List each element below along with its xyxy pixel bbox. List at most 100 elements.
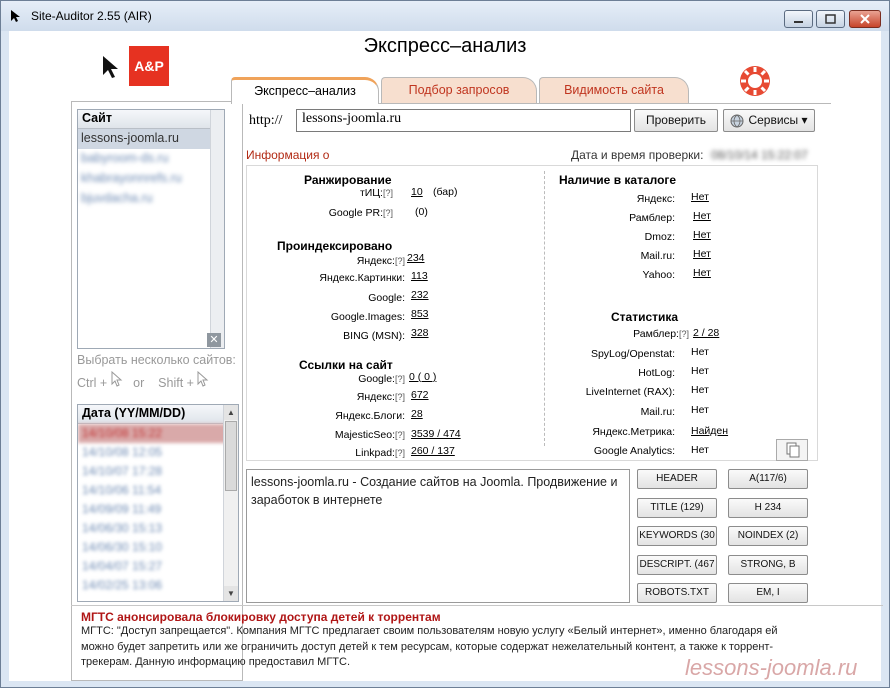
help-link[interactable]: [?] [395,256,405,266]
tab-site-visibility[interactable]: Видимость сайта [539,77,689,103]
window-title: Site-Auditor 2.55 (AIR) [31,9,152,23]
stats-value[interactable]: 2 / 28 [693,327,719,339]
stats-label: Яндекс.Метрика: [592,426,675,438]
links-value[interactable]: 3539 / 474 [411,428,461,440]
url-input[interactable]: lessons-joomla.ru [296,109,631,132]
links-value[interactable]: 28 [411,408,423,420]
help-link[interactable]: [?] [395,430,405,440]
site-list-item[interactable]: babyroom-ds.ru [78,149,224,169]
date-list-item[interactable]: 14/06/30 15:13 [78,519,238,538]
help-link[interactable]: [?] [383,188,393,198]
links-heading: Ссылки на сайт [299,358,393,372]
stats-value: Нет [691,384,709,396]
catalog-value[interactable]: Нет [693,267,711,279]
catalog-label: Рамблер: [629,212,675,224]
date-list-item[interactable]: 14/10/06 11:54 [78,481,238,500]
maximize-button[interactable] [816,10,845,28]
stats-value: Нет [691,346,709,358]
help-link[interactable]: [?] [383,208,393,218]
catalog-value[interactable]: Нет [693,229,711,241]
catalog-value[interactable]: Нет [693,210,711,222]
catalog-value[interactable]: Нет [693,248,711,260]
links-label: Google:[?] [259,373,405,385]
minimize-button[interactable] [784,10,813,28]
date-list-item[interactable]: 14/09/09 11:49 [78,500,238,519]
close-icon [860,14,870,24]
links-label-text: Яндекс: [356,391,395,403]
links-value[interactable]: 0 ( 0 ) [409,371,436,383]
help-link[interactable]: [?] [395,392,405,402]
maximize-icon [825,14,836,24]
close-button[interactable] [849,10,881,28]
noindex-button[interactable]: NOINDEX (2) [728,526,808,546]
links-value[interactable]: 672 [411,389,429,401]
clear-sites-button[interactable]: ✕ [207,333,221,347]
keywords-button[interactable]: KEYWORDS (30 [637,526,717,546]
description-button[interactable]: DESCRIPT. (467 [637,555,717,575]
services-button[interactable]: Сервисы ▾ [723,109,815,132]
site-list-item[interactable]: lessons-joomla.ru [78,129,224,149]
indexed-value[interactable]: 113 [411,270,428,282]
indexed-value[interactable]: 853 [411,308,429,320]
robots-button[interactable]: ROBOTS.TXT [637,583,717,603]
scroll-down-icon[interactable]: ▼ [224,586,238,601]
help-link[interactable]: [?] [395,374,405,384]
em-button[interactable]: EM, I [728,583,808,603]
date-list-scrollbar[interactable]: ▲ ▼ [223,405,238,601]
catalogs-heading: Наличие в каталоге [559,173,677,187]
tic-value[interactable]: 10 [411,186,423,198]
site-list: Сайт lessons-joomla.ru babyroom-ds.ru kh… [77,109,225,349]
tab-query-selection[interactable]: Подбор запросов [381,77,537,103]
indexed-value[interactable]: 232 [411,289,429,301]
cursor-logo-icon [103,56,118,78]
pr-label-text: Google PR: [328,207,383,219]
links-label: Linkpad:[?] [259,447,405,459]
links-count-button[interactable]: A(117/6) [728,469,808,489]
strong-button[interactable]: STRONG, B [728,555,808,575]
help-link[interactable]: [?] [679,329,689,339]
date-list-item[interactable]: 14/10/08 12:05 [78,443,238,462]
minimize-icon [794,21,803,23]
site-description[interactable]: lessons-joomla.ru - Создание сайтов на J… [246,469,630,603]
help-link[interactable]: [?] [395,448,405,458]
catalog-value[interactable]: Нет [691,191,709,203]
stats-label-text: Рамблер: [633,328,679,340]
date-list-item[interactable]: 14/10/08 15:22 [78,424,238,443]
header-button[interactable]: HEADER [637,469,717,489]
site-list-scrollbar[interactable] [210,110,224,348]
pr-label: Google PR:[?] [309,207,393,219]
news-title[interactable]: МГТС анонсировала блокировку доступа дет… [81,610,873,624]
indexed-label: BING (MSN): [343,330,405,342]
date-list-item[interactable]: 14/02/25 13:06 [78,576,238,595]
indexed-value[interactable]: 328 [411,327,429,339]
tic-label: тИЦ:[?] [309,187,393,199]
date-list-item[interactable]: 14/06/30 15:10 [78,538,238,557]
date-list-item[interactable]: 14/10/07 17:28 [78,462,238,481]
links-value[interactable]: 260 / 137 [411,445,455,457]
indexed-value[interactable]: 234 [407,252,425,264]
stats-label: HotLog: [638,367,675,379]
title-button[interactable]: TITLE (129) [637,498,717,518]
scroll-up-icon[interactable]: ▲ [224,405,238,420]
settings-gear-icon[interactable] [737,63,773,99]
tab-express-analysis[interactable]: Экспресс–анализ [231,77,379,104]
ctrl-hint: Ctrl + [77,376,108,390]
title-bar: Site-Auditor 2.55 (AIR) [1,1,889,31]
tic-unit: (бар) [433,186,458,198]
globe-icon [730,114,744,128]
scroll-thumb[interactable] [225,421,237,491]
or-hint: or [133,376,145,390]
column-divider [544,171,545,446]
check-date-label: Дата и время проверки: [571,148,704,162]
copy-button[interactable] [776,439,808,461]
stats-value[interactable]: Найден [691,425,728,437]
site-list-item[interactable]: khabrayonnrefs.ru [78,169,224,189]
date-list-item[interactable]: 14/04/07 15:27 [78,557,238,576]
app-window: Site-Auditor 2.55 (AIR) Экспресс–анализ … [0,0,890,688]
stats-label: Рамблер:[?] [549,328,689,340]
stats-label: Mail.ru: [640,406,675,418]
client-area: Экспресс–анализ A&P Экспресс–анализ Подб… [9,31,883,681]
check-button[interactable]: Проверить [634,109,718,132]
h-tags-button[interactable]: H 234 [728,498,808,518]
site-list-item[interactable]: bjuvdacha.ru [78,189,224,209]
